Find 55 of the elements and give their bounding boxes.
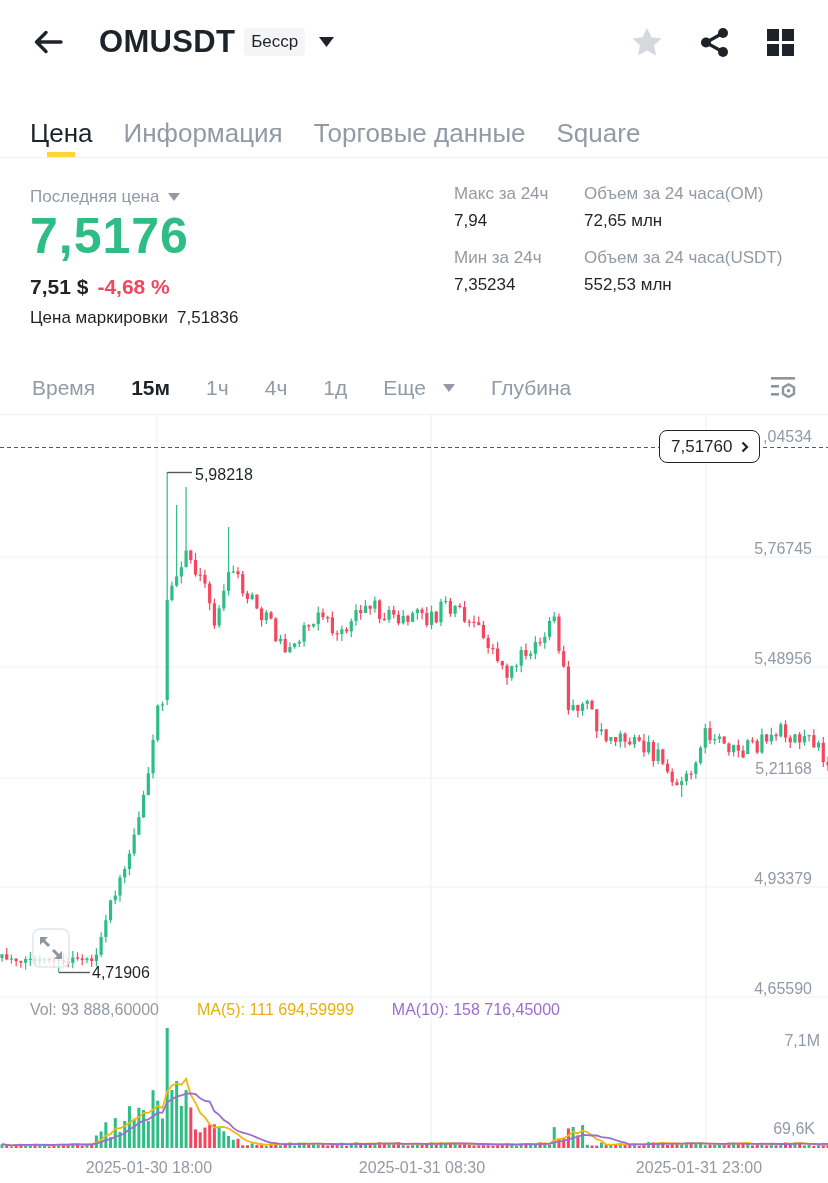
- price-change: -4,68 %: [97, 274, 170, 300]
- back-arrow-icon: [33, 30, 63, 54]
- stat-label: Макс за 24ч: [454, 183, 550, 205]
- last-price: 7,5176: [30, 208, 189, 264]
- price-axis-label: 5,76745: [754, 540, 812, 557]
- last-price-label: Последняя цена: [30, 186, 160, 208]
- low-price-label: 4,71906: [92, 964, 150, 981]
- chart-settings-icon[interactable]: [771, 377, 796, 398]
- time-axis-label: 2025-01-30 18:00: [85, 1159, 213, 1176]
- stat-label: Мин за 24ч: [454, 247, 543, 269]
- share-icon[interactable]: [700, 27, 729, 57]
- tab[interactable]: Square: [556, 84, 641, 157]
- mark-price-value: 7,51836: [177, 307, 239, 329]
- leader-line: [57, 971, 91, 974]
- stat-label: Объем за 24 часа(USDT): [584, 247, 783, 269]
- current-price-tag[interactable]: 7,51760: [659, 430, 761, 463]
- stat-label: Объем за 24 часа(OM): [584, 183, 765, 205]
- interval-tab[interactable]: 4ч: [264, 373, 288, 402]
- interval-tab[interactable]: 1д: [323, 373, 348, 402]
- tab[interactable]: Цена: [30, 84, 93, 157]
- star-icon[interactable]: [632, 27, 662, 57]
- grid-icon[interactable]: [767, 28, 794, 56]
- stat-value: 7,94: [454, 210, 489, 232]
- ma5-label: MA(5): 111 694,59999: [197, 1000, 354, 1020]
- interval-tab[interactable]: 15м: [131, 373, 171, 402]
- tab[interactable]: Информация: [123, 84, 283, 157]
- caret-down-icon: [443, 383, 455, 392]
- stat-value: 72,65 млн: [584, 210, 664, 232]
- stat-value: 7,35234: [454, 274, 517, 296]
- price-axis-label: 4,93379: [754, 870, 812, 887]
- chevron-right-icon: [741, 440, 750, 453]
- caret-down-icon[interactable]: [319, 37, 335, 47]
- interval-tab[interactable]: Глубина: [491, 373, 572, 402]
- price-axis-label: 5,48956: [754, 650, 812, 667]
- tab[interactable]: Торговые данные: [313, 84, 526, 157]
- symbol-title: OMUSDT: [99, 24, 236, 60]
- more-dropdown[interactable]: Еще: [383, 373, 455, 402]
- usd-price: 7,51 $: [30, 274, 89, 300]
- interval-tab[interactable]: Время: [32, 373, 96, 402]
- mark-price-label: Цена маркировки: [30, 307, 168, 329]
- interval-tab[interactable]: 1ч: [206, 373, 229, 402]
- price-axis-label: 4,65590: [754, 980, 812, 997]
- leader-line: [166, 471, 193, 474]
- contract-badge: Бесср: [244, 28, 306, 56]
- time-axis-label: 2025-01-31 08:30: [358, 1159, 486, 1176]
- expand-icon[interactable]: [32, 928, 70, 968]
- volume-axis-label: 69,6K: [773, 1120, 815, 1137]
- stat-value: 552,53 млн: [584, 274, 673, 296]
- volume-label: Vol: 93 888,60000: [30, 1000, 159, 1020]
- volume-axis-label: 7,1M: [784, 1032, 820, 1049]
- price-axis-label: 5,21168: [755, 760, 812, 777]
- time-axis-label: 2025-01-31 23:00: [635, 1159, 763, 1176]
- ma10-label: MA(10): 158 716,45000: [391, 1000, 560, 1020]
- price-axis-label: ,04534: [763, 428, 812, 445]
- high-price-label: 5,98218: [195, 466, 253, 483]
